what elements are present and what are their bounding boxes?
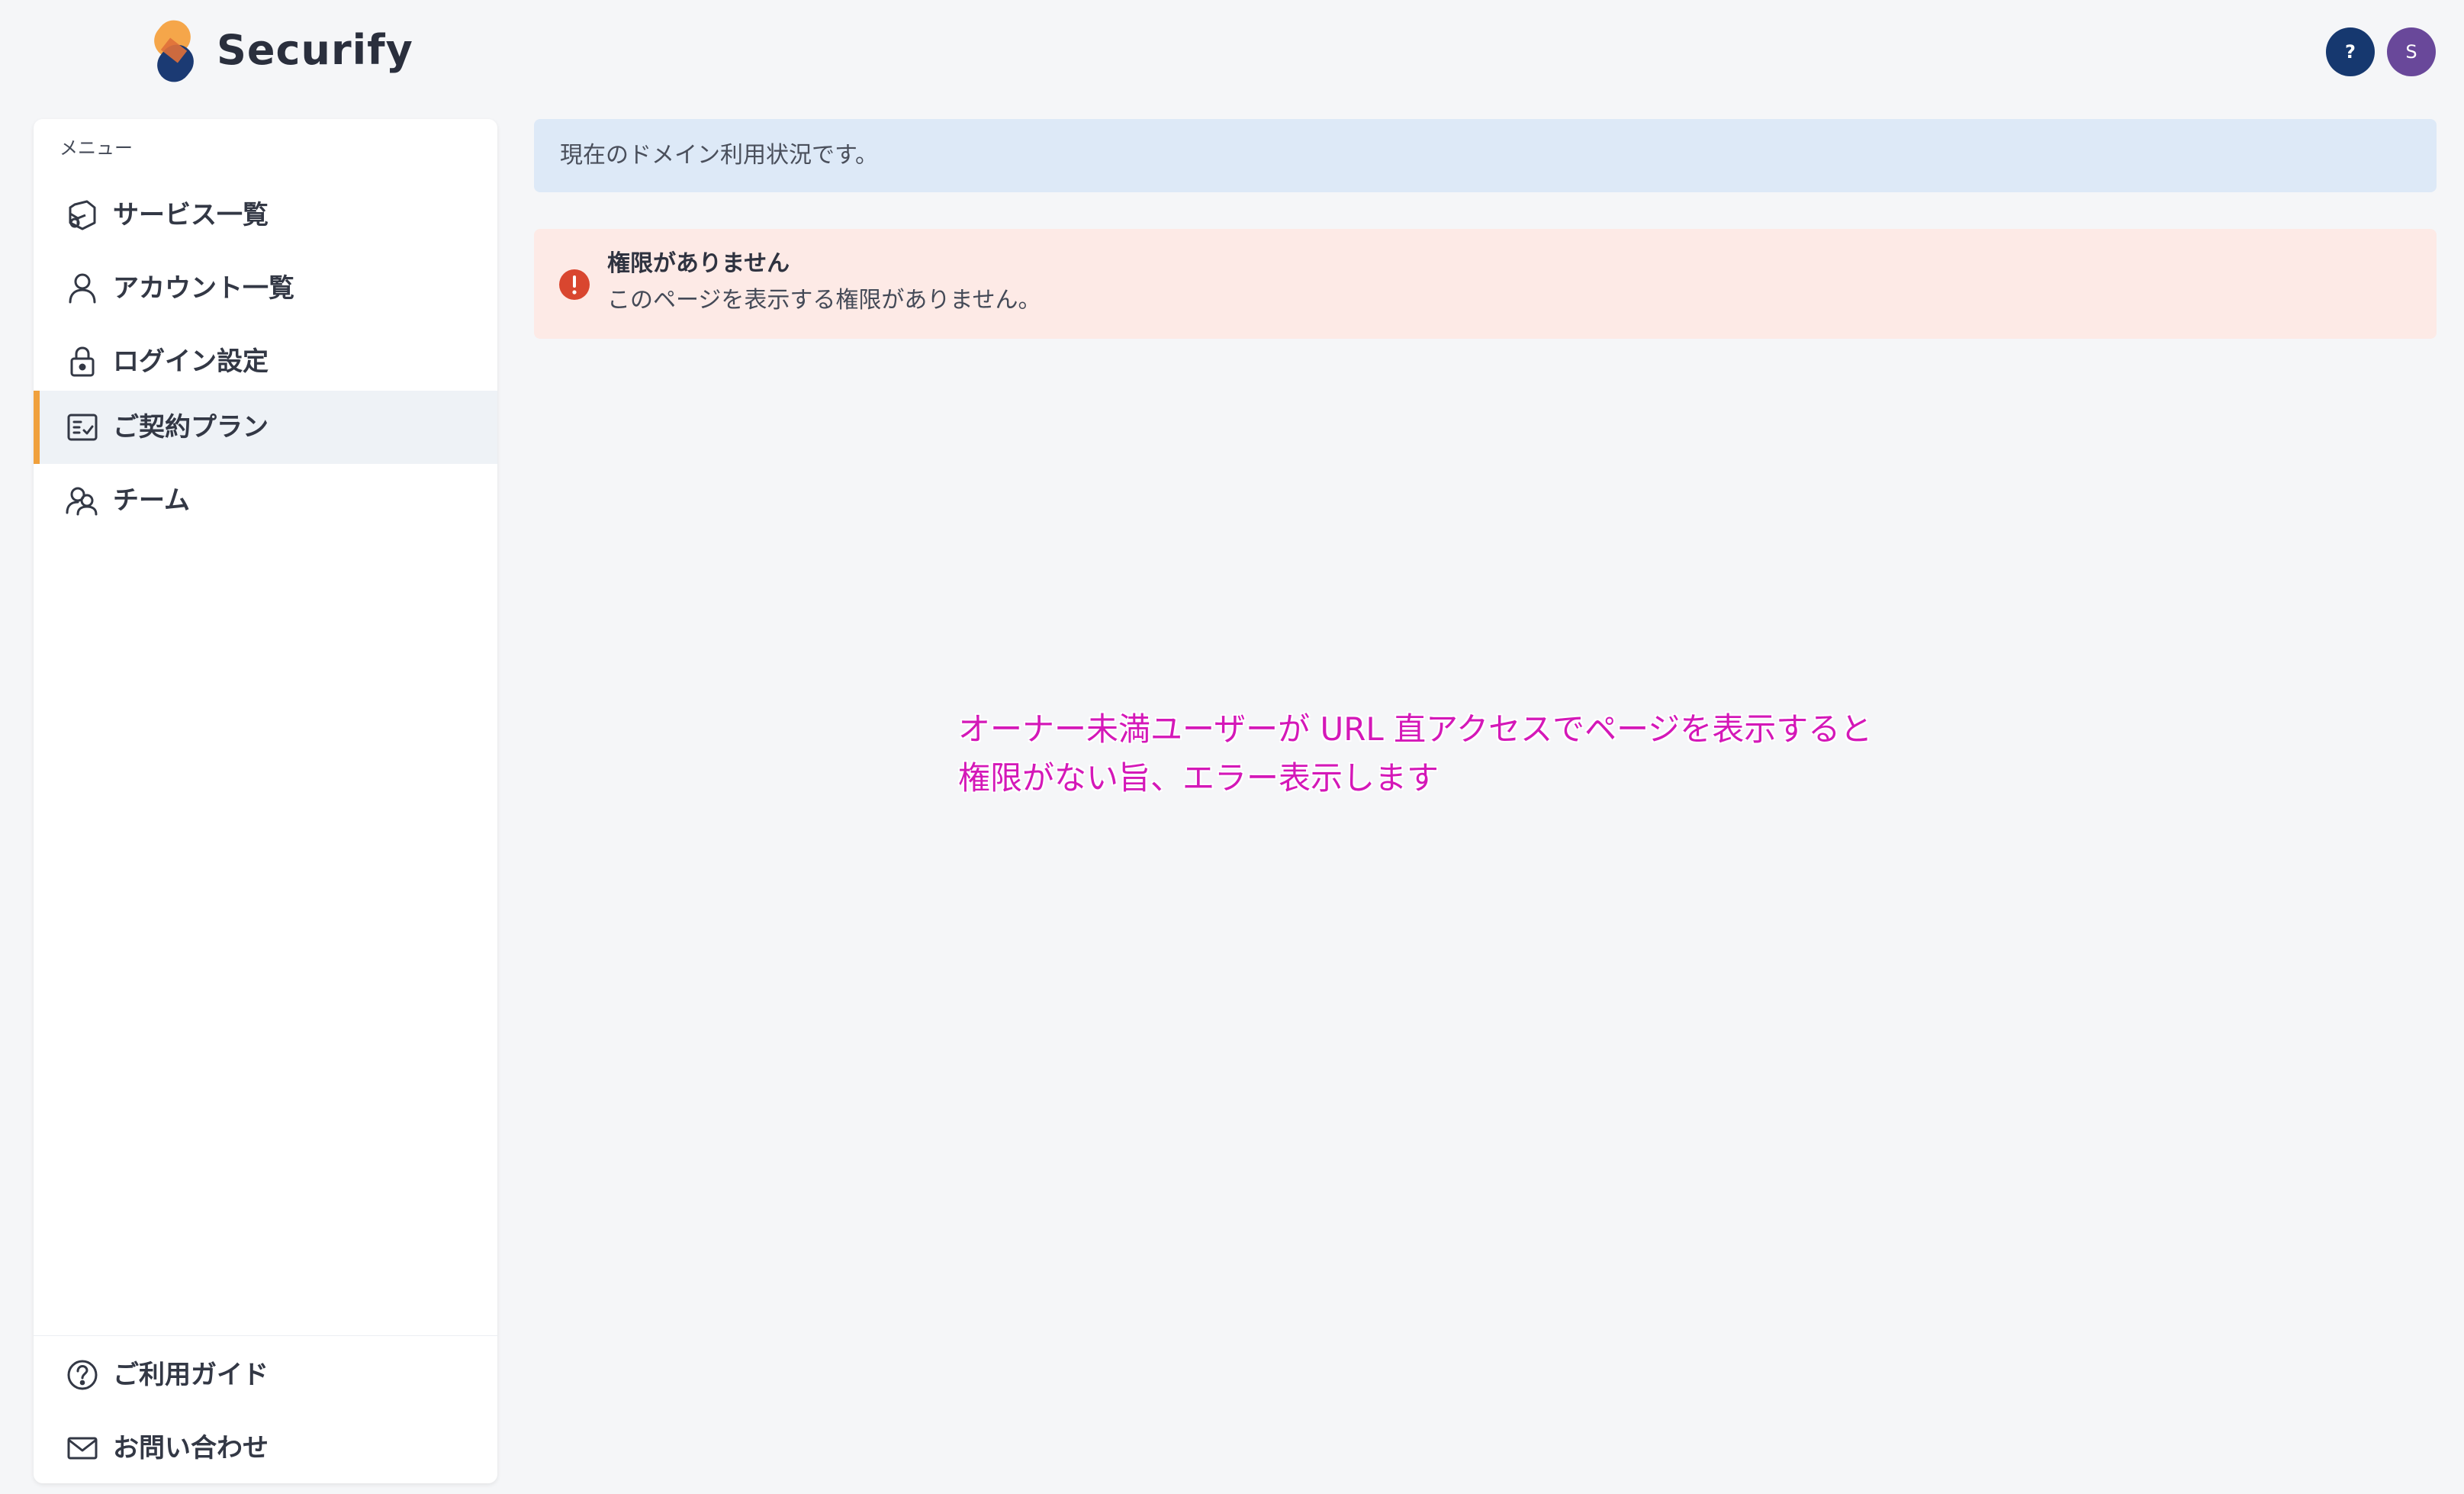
help-circle-icon	[67, 1360, 98, 1390]
sidebar-item-label: お問い合わせ	[113, 1433, 269, 1463]
sidebar-item-services[interactable]: サービス一覧	[34, 179, 497, 252]
sidebar-item-label: ご契約プラン	[113, 412, 269, 443]
error-alert: 権限がありません このページを表示する権限がありません。	[534, 229, 2437, 339]
error-icon	[559, 269, 590, 300]
annotation-note: オーナー未満ユーザーが URL 直アクセスでページを表示すると 権限がない旨、エ…	[958, 705, 1872, 803]
user-icon	[69, 273, 96, 304]
sidebar-item-login-settings[interactable]: ログイン設定	[34, 325, 497, 398]
securify-logo[interactable]	[150, 20, 198, 82]
cube-icon	[69, 200, 96, 230]
error-message: このページを表示する権限がありません。	[607, 287, 1041, 314]
help-button[interactable]: ?	[2326, 27, 2375, 76]
sidebar: メニュー サービス一覧 アカウント一覧 ログイン設定 ご契約プラン チーム ご利…	[34, 119, 497, 1483]
app-header: Securify ? S	[0, 0, 2464, 107]
sidebar-item-label: チーム	[113, 485, 190, 516]
contract-icon	[67, 414, 98, 441]
info-banner: 現在のドメイン利用状況です。	[534, 119, 2437, 192]
sidebar-item-contact[interactable]: お問い合わせ	[34, 1412, 497, 1485]
sidebar-item-label: サービス一覧	[113, 200, 269, 230]
sidebar-item-label: ログイン設定	[113, 346, 269, 377]
lock-icon	[70, 346, 95, 377]
annotation-line-2: 権限がない旨、エラー表示します	[958, 759, 1439, 797]
user-avatar[interactable]: S	[2387, 27, 2436, 76]
sidebar-divider	[34, 1335, 497, 1336]
info-text: 現在のドメイン利用状況です。	[560, 142, 878, 169]
mail-icon	[67, 1437, 98, 1460]
sidebar-item-label: アカウント一覧	[113, 273, 294, 304]
sidebar-item-accounts[interactable]: アカウント一覧	[34, 252, 497, 325]
sidebar-item-plan[interactable]: ご契約プラン	[34, 391, 497, 464]
sidebar-item-label: ご利用ガイド	[113, 1360, 269, 1390]
annotation-line-1: オーナー未満ユーザーが URL 直アクセスでページを表示すると	[958, 710, 1873, 748]
brand-name: Securify	[217, 26, 413, 74]
menu-caption: メニュー	[60, 137, 133, 159]
sidebar-item-guide[interactable]: ご利用ガイド	[34, 1338, 497, 1412]
team-icon	[66, 487, 98, 516]
sidebar-item-team[interactable]: チーム	[34, 464, 497, 537]
error-title: 権限がありません	[607, 250, 790, 277]
